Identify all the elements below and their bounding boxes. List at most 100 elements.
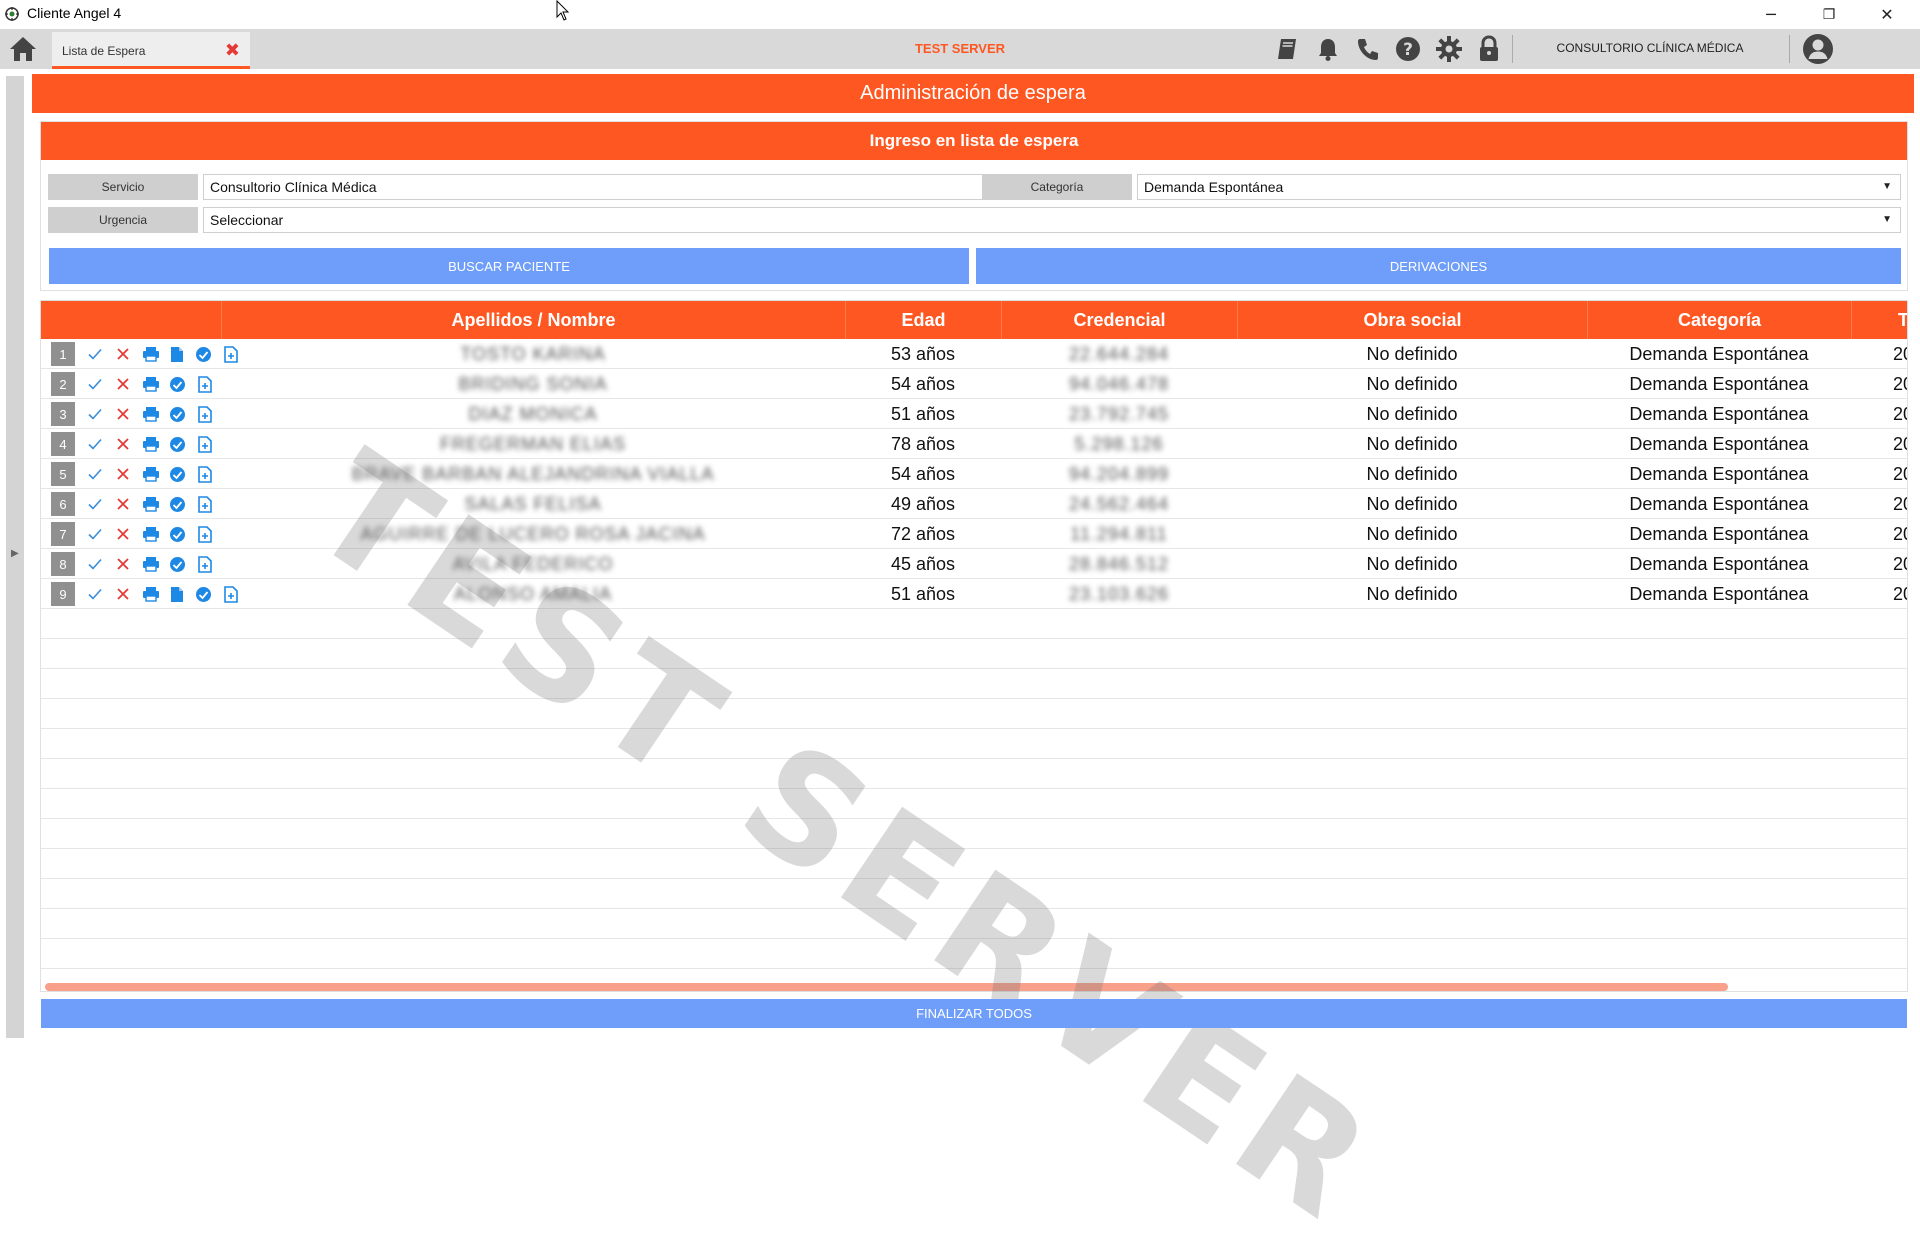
empty-row <box>41 879 1907 909</box>
cell-edad: 51 años <box>890 403 956 424</box>
gear-icon[interactable] <box>1432 33 1466 65</box>
confirm-check-icon[interactable] <box>86 345 104 363</box>
tab-close-icon[interactable]: ✖ <box>225 40 240 61</box>
tab-lista-de-espera[interactable]: Lista de Espera ✖ <box>52 32 250 69</box>
horizontal-scrollbar[interactable] <box>45 983 1905 991</box>
print-icon[interactable] <box>142 465 160 483</box>
cell-t: 20 <box>1893 493 1907 514</box>
urgencia-value: Seleccionar <box>210 212 284 228</box>
confirm-check-icon[interactable] <box>86 465 104 483</box>
column-header-nombre[interactable]: Apellidos / Nombre <box>221 301 845 339</box>
table-row[interactable]: 2 BRIDING SONIA 54 años 94.046.478 No defini… <box>41 369 1907 399</box>
finalizar-todos-button[interactable]: FINALIZAR TODOS <box>41 999 1907 1028</box>
cell-obra-social: No definido <box>1366 493 1458 514</box>
lock-icon[interactable] <box>1472 33 1506 65</box>
derivaciones-button[interactable]: DERIVACIONES <box>976 248 1901 284</box>
bell-icon[interactable] <box>1311 33 1345 65</box>
attend-check-circle-icon[interactable] <box>168 375 186 393</box>
column-header-t[interactable]: T <box>1851 301 1907 339</box>
cell-credencial: 28.846.512 <box>1068 553 1170 574</box>
column-header-edad[interactable]: Edad <box>845 301 1001 339</box>
print-icon[interactable] <box>142 435 160 453</box>
cell-categoria: Demanda Espontánea <box>1629 583 1809 604</box>
add-file-icon[interactable] <box>196 555 214 573</box>
document-icon[interactable] <box>168 345 186 363</box>
add-file-icon[interactable] <box>196 405 214 423</box>
table-row[interactable]: 1 TOSTO KARINA 53 años 22.644.284 No definid… <box>41 339 1907 369</box>
table-header: Apellidos / Nombre Edad Credencial Obra … <box>41 301 1907 339</box>
table-row[interactable]: 5 BRAVE BARBAN ALEJANDRINA VIALLA 54 años 9… <box>41 459 1907 489</box>
table-row[interactable]: 6 SALAS FELISA 49 años 24.562.464 No definid… <box>41 489 1907 519</box>
print-icon[interactable] <box>142 495 160 513</box>
confirm-check-icon[interactable] <box>86 525 104 543</box>
attend-check-circle-icon[interactable] <box>194 585 212 603</box>
help-icon[interactable]: ? <box>1391 33 1425 65</box>
toolbar-separator <box>1512 35 1513 63</box>
attend-check-circle-icon[interactable] <box>168 525 186 543</box>
buscar-paciente-button[interactable]: BUSCAR PACIENTE <box>49 248 969 284</box>
remove-x-icon[interactable] <box>114 345 132 363</box>
cell-categoria: Demanda Espontánea <box>1629 373 1809 394</box>
table-row[interactable]: 3 DIAZ MONICA 51 años 23.792.745 No definido… <box>41 399 1907 429</box>
add-file-icon[interactable] <box>196 435 214 453</box>
attend-check-circle-icon[interactable] <box>168 405 186 423</box>
confirm-check-icon[interactable] <box>86 555 104 573</box>
phone-icon[interactable] <box>1351 33 1385 65</box>
collapsed-sidebar[interactable]: ▶ <box>6 76 24 1038</box>
table-row[interactable]: 8 AVILA FEDERICO 45 años 28.846.512 No defin… <box>41 549 1907 579</box>
attend-check-circle-icon[interactable] <box>194 345 212 363</box>
remove-x-icon[interactable] <box>114 495 132 513</box>
minimize-button[interactable]: ─ <box>1742 0 1800 29</box>
column-header-credencial[interactable]: Credencial <box>1001 301 1237 339</box>
empty-row <box>41 819 1907 849</box>
actions-column-header <box>41 301 221 339</box>
attend-check-circle-icon[interactable] <box>168 465 186 483</box>
empty-row <box>41 729 1907 759</box>
urgencia-label: Urgencia <box>48 207 198 233</box>
remove-x-icon[interactable] <box>114 525 132 543</box>
confirm-check-icon[interactable] <box>86 435 104 453</box>
column-header-categoria[interactable]: Categoría <box>1587 301 1851 339</box>
remove-x-icon[interactable] <box>114 465 132 483</box>
print-icon[interactable] <box>142 525 160 543</box>
table-row[interactable]: 9 ALONSO AMALIA 51 años 23.103.626 No defini… <box>41 579 1907 609</box>
remove-x-icon[interactable] <box>114 375 132 393</box>
user-icon[interactable] <box>1801 33 1835 65</box>
add-file-icon[interactable] <box>196 495 214 513</box>
table-row[interactable]: 4 FREGERMAN ELIAS 78 años 5.298.126 No defin… <box>41 429 1907 459</box>
print-icon[interactable] <box>142 555 160 573</box>
remove-x-icon[interactable] <box>114 585 132 603</box>
urgencia-select[interactable]: Seleccionar ▼ <box>203 207 1901 233</box>
document-icon[interactable] <box>168 585 186 603</box>
expand-sidebar-icon[interactable]: ▶ <box>11 548 19 559</box>
maximize-button[interactable]: ❐ <box>1800 0 1858 29</box>
add-file-icon[interactable] <box>196 465 214 483</box>
table-row[interactable]: 7 AGUIRRE DE LUCERO ROSA JACINA 72 años 11.… <box>41 519 1907 549</box>
home-icon[interactable] <box>6 33 40 65</box>
cell-t: 20 <box>1893 553 1907 574</box>
confirm-check-icon[interactable] <box>86 375 104 393</box>
confirm-check-icon[interactable] <box>86 585 104 603</box>
empty-row <box>41 849 1907 879</box>
print-icon[interactable] <box>142 585 160 603</box>
add-file-icon[interactable] <box>196 525 214 543</box>
book-icon[interactable] <box>1270 33 1304 65</box>
scrollbar-thumb[interactable] <box>45 983 1728 991</box>
confirm-check-icon[interactable] <box>86 495 104 513</box>
print-icon[interactable] <box>142 405 160 423</box>
attend-check-circle-icon[interactable] <box>168 555 186 573</box>
remove-x-icon[interactable] <box>114 555 132 573</box>
print-icon[interactable] <box>142 375 160 393</box>
attend-check-circle-icon[interactable] <box>168 435 186 453</box>
empty-row <box>41 639 1907 669</box>
attend-check-circle-icon[interactable] <box>168 495 186 513</box>
servicio-field[interactable]: Consultorio Clínica Médica <box>203 174 1006 200</box>
categoria-select[interactable]: Demanda Espontánea ▼ <box>1137 174 1901 200</box>
column-header-obra-social[interactable]: Obra social <box>1237 301 1587 339</box>
add-file-icon[interactable] <box>196 375 214 393</box>
close-window-button[interactable]: ✕ <box>1858 0 1916 29</box>
print-icon[interactable] <box>142 345 160 363</box>
remove-x-icon[interactable] <box>114 435 132 453</box>
remove-x-icon[interactable] <box>114 405 132 423</box>
confirm-check-icon[interactable] <box>86 405 104 423</box>
